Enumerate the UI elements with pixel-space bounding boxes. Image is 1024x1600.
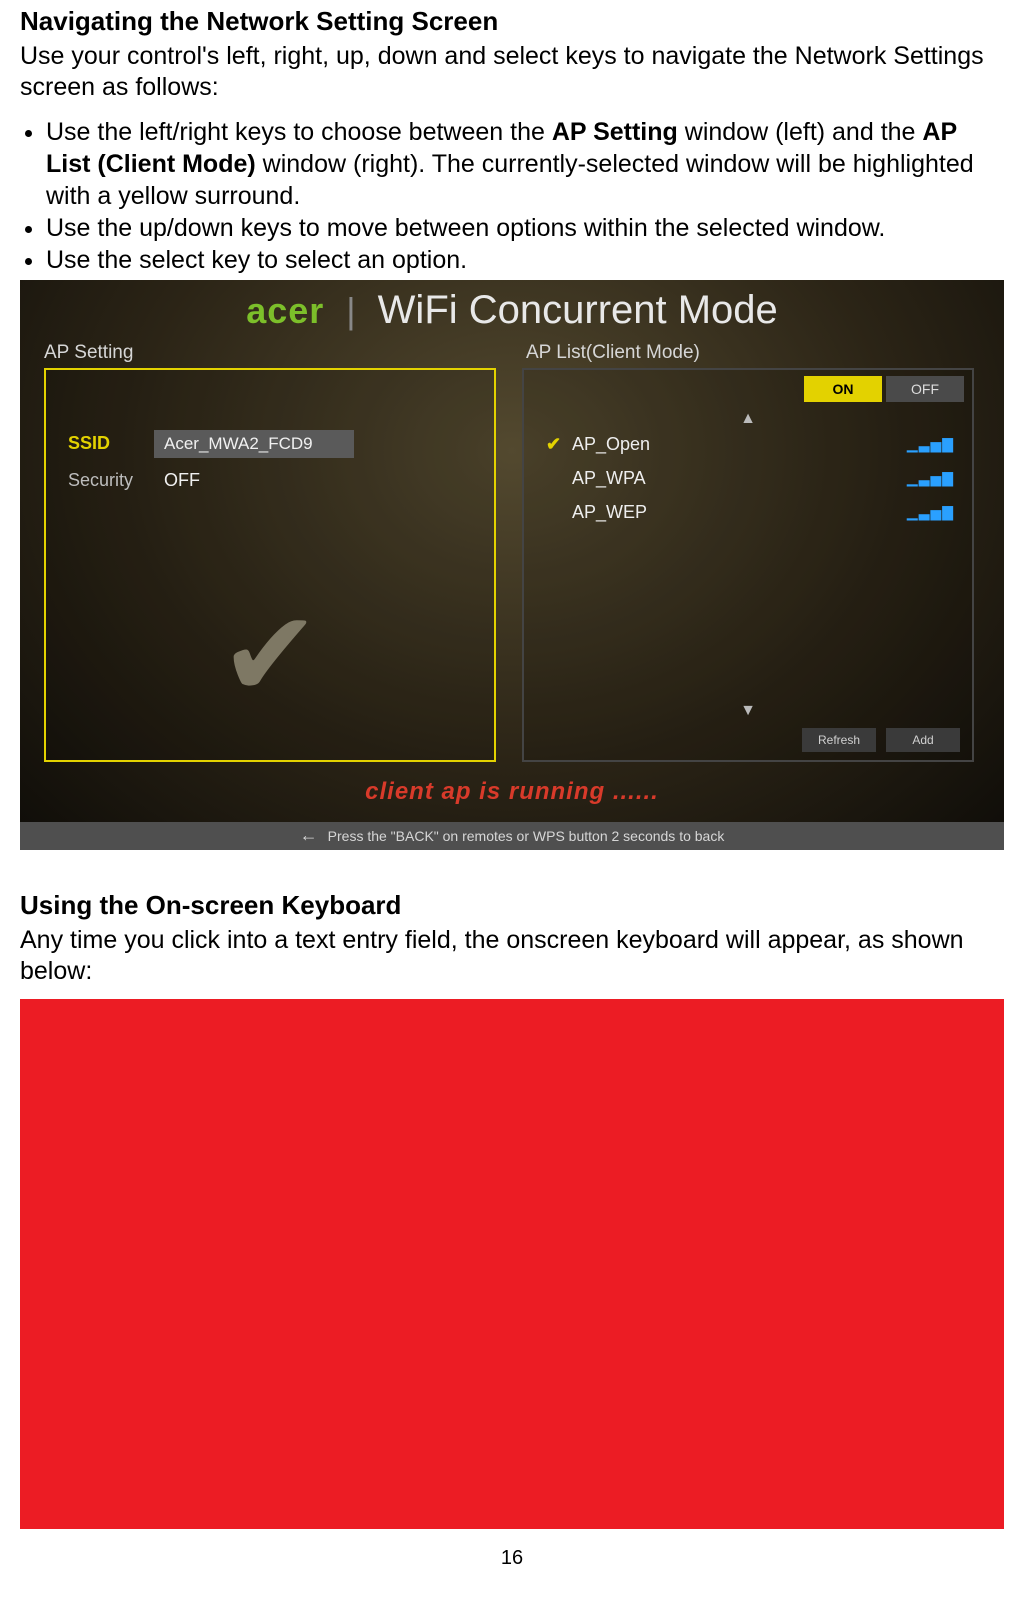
intro-paragraph-2: Any time you click into a text entry fie… <box>20 925 1004 988</box>
bullet-1-pre: Use the left/right keys to choose betwee… <box>46 118 552 146</box>
bullet-1-mid: window (left) and the <box>685 118 923 146</box>
security-value: OFF <box>154 470 200 491</box>
ap-list-item[interactable]: ✔ AP_Open ▁▃▅▇ <box>546 430 954 460</box>
security-row[interactable]: Security OFF <box>68 470 200 491</box>
ap-list-item[interactable]: AP_WPA ▁▃▅▇ <box>546 464 954 494</box>
bullet-1-bold-1: AP Setting <box>552 118 678 146</box>
off-button[interactable]: OFF <box>886 376 964 402</box>
checkmark-icon: ✔ <box>220 595 321 715</box>
wifi-settings-screenshot: acer | WiFi Concurrent Mode AP Setting A… <box>20 280 1004 850</box>
checkmark-icon: ✔ <box>546 434 572 455</box>
ssid-label: SSID <box>68 433 154 454</box>
on-button[interactable]: ON <box>804 376 882 402</box>
ap-list-label: AP List(Client Mode) <box>526 342 700 364</box>
mode-title: WiFi Concurrent Mode <box>378 288 778 332</box>
ap-list-panel[interactable]: ON OFF ▲ ✔ AP_Open ▁▃▅▇ AP_WPA ▁▃▅▇ AP_W… <box>522 368 974 762</box>
wifi-signal-icon: ▁▃▅▇ <box>907 504 954 521</box>
ap-setting-label: AP Setting <box>44 342 133 364</box>
heading-keyboard: Using the On-screen Keyboard <box>20 890 1004 921</box>
footer-bar: ← Press the "BACK" on remotes or WPS but… <box>20 822 1004 850</box>
on-off-toggle[interactable]: ON OFF <box>800 376 964 402</box>
bullet-2: Use the up/down keys to move between opt… <box>46 212 1004 244</box>
back-arrow-icon: ← <box>300 825 318 846</box>
heading-navigating: Navigating the Network Setting Screen <box>20 6 1004 37</box>
brand-separator: | <box>334 290 367 331</box>
instruction-bullets: Use the left/right keys to choose betwee… <box>20 116 1004 276</box>
bullet-3: Use the select key to select an option. <box>46 244 1004 276</box>
refresh-button[interactable]: Refresh <box>802 728 876 752</box>
ap-list-item[interactable]: AP_WEP ▁▃▅▇ <box>546 498 954 528</box>
ssid-value[interactable]: Acer_MWA2_FCD9 <box>154 430 354 458</box>
status-line: client ap is running ...... <box>20 778 1004 806</box>
security-label: Security <box>68 470 154 491</box>
keyboard-screenshot-placeholder <box>20 999 1004 1529</box>
ap-name: AP_WEP <box>572 502 907 523</box>
acer-logo: acer <box>246 290 324 331</box>
ap-name: AP_WPA <box>572 468 907 489</box>
wifi-signal-icon: ▁▃▅▇ <box>907 436 954 453</box>
intro-paragraph-1: Use your control's left, right, up, down… <box>20 41 1004 104</box>
page-number: 16 <box>20 1547 1004 1570</box>
bullet-1: Use the left/right keys to choose betwee… <box>46 116 1004 212</box>
footer-text: Press the "BACK" on remotes or WPS butto… <box>328 828 725 844</box>
wifi-signal-icon: ▁▃▅▇ <box>907 470 954 487</box>
ssid-row[interactable]: SSID Acer_MWA2_FCD9 <box>68 430 354 458</box>
brand-row: acer | WiFi Concurrent Mode <box>20 280 1004 333</box>
scroll-up-icon[interactable]: ▲ <box>740 410 756 428</box>
ap-setting-panel[interactable]: SSID Acer_MWA2_FCD9 Security OFF ✔ <box>44 368 496 762</box>
ap-name: AP_Open <box>572 434 907 455</box>
add-button[interactable]: Add <box>886 728 960 752</box>
scroll-down-icon[interactable]: ▼ <box>740 702 756 720</box>
